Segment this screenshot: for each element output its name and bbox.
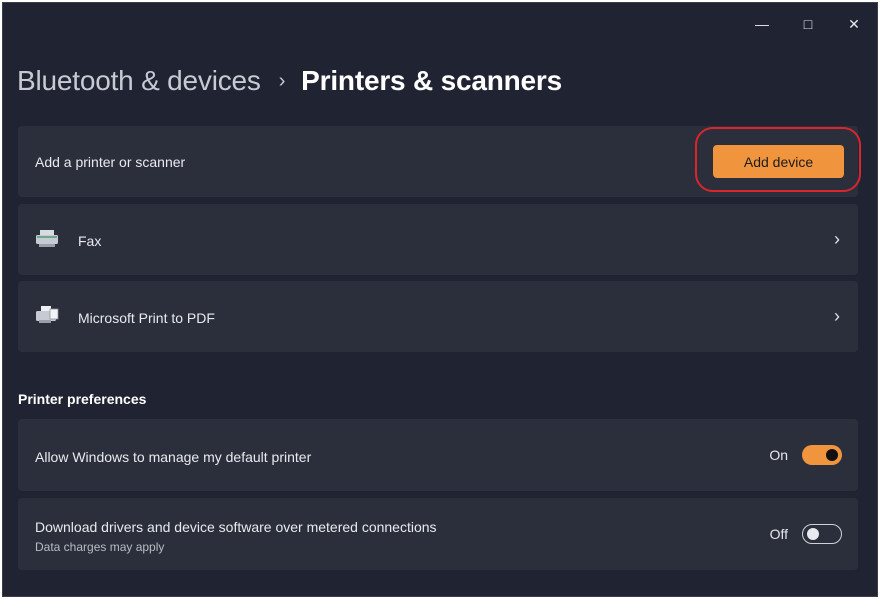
- setting-label: Download drivers and device software ove…: [35, 519, 437, 535]
- setting-sublabel: Data charges may apply: [35, 540, 165, 554]
- printer-icon: [36, 306, 59, 323]
- chevron-right-icon: ›: [834, 306, 840, 326]
- toggle-state-label: On: [769, 447, 788, 463]
- add-printer-card: Add a printer or scanner Add device: [18, 126, 861, 197]
- metered-toggle-group: Off: [770, 524, 842, 544]
- toggle-state-label: Off: [769, 526, 788, 542]
- chevron-right-icon: ›: [834, 229, 840, 249]
- minimize-button[interactable]: —: [739, 9, 785, 39]
- close-button[interactable]: ✕: [831, 9, 877, 39]
- toggle-knob: [826, 449, 838, 461]
- window-controls: — □ ✕: [739, 9, 877, 39]
- setting-label: Allow Windows to manage my default print…: [35, 449, 312, 465]
- page-title: Printers & scanners: [301, 65, 562, 96]
- breadcrumb: Bluetooth & devices › Printers & scanner…: [17, 65, 562, 97]
- breadcrumb-chevron-icon: ›: [278, 69, 286, 92]
- maximize-button[interactable]: □: [785, 9, 831, 39]
- device-label: Fax: [78, 233, 102, 249]
- add-printer-label: Add a printer or scanner: [35, 154, 186, 170]
- highlight-annotation: [695, 127, 861, 192]
- default-printer-toggle-group: On: [769, 445, 842, 465]
- setting-default-printer: Allow Windows to manage my default print…: [18, 419, 858, 491]
- device-item-microsoft-print-to-pdf[interactable]: Microsoft Print to PDF ›: [18, 281, 858, 352]
- setting-metered-download: Download drivers and device software ove…: [18, 498, 858, 570]
- toggle-knob: [807, 527, 819, 540]
- section-title-printer-preferences: Printer preferences: [18, 391, 147, 407]
- fax-icon: [36, 230, 58, 247]
- metered-download-toggle[interactable]: [802, 524, 842, 544]
- device-label: Microsoft Print to PDF: [78, 310, 215, 326]
- breadcrumb-parent-link[interactable]: Bluetooth & devices: [17, 65, 261, 97]
- default-printer-toggle[interactable]: [802, 445, 842, 465]
- settings-window: — □ ✕ Bluetooth & devices › Printers & s…: [2, 2, 878, 597]
- device-item-fax[interactable]: Fax ›: [18, 204, 858, 275]
